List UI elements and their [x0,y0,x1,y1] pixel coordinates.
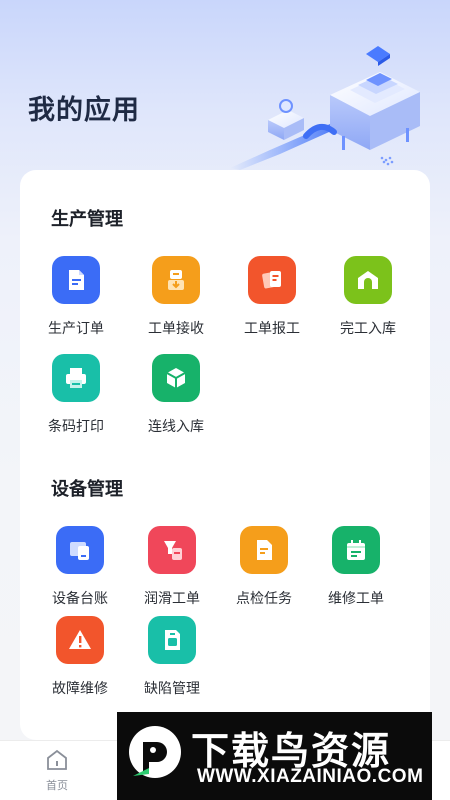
app-label: 生产订单 [48,321,104,337]
app-equipment-ledger[interactable]: 设备台账 [32,526,128,616]
app-work-order-report[interactable]: 工单报工 [224,256,320,346]
calendar-repair-icon [332,526,380,574]
receive-box-icon [152,256,200,304]
home-icon [47,749,67,770]
app-label: 工单接收 [148,321,204,337]
warning-icon [56,616,104,664]
app-defect-management[interactable]: 缺陷管理 [124,616,220,706]
apps-card: 生产管理 生产订单 工单接收 工单报工 完工入库 条码打印 连线入库 设备管理 … [20,170,430,740]
app-barcode-print[interactable]: 条码打印 [28,354,124,444]
app-work-order-receive[interactable]: 工单接收 [128,256,224,346]
app-label: 设备台账 [52,591,108,607]
tab-label: 首页 [46,779,68,792]
watermark-banner: 下载鸟资源 WWW.XIAZAINIAO.COM [117,712,432,800]
app-label: 缺陷管理 [144,681,200,697]
inspection-doc-icon [240,526,288,574]
app-label: 完工入库 [340,321,396,337]
watermark-url: WWW.XIAZAINIAO.COM [197,766,424,787]
report-cards-icon [248,256,296,304]
app-label: 工单报工 [244,321,300,337]
section-title: 生产管理 [51,209,123,230]
app-label: 维修工单 [328,591,384,607]
sim-card-icon [148,616,196,664]
app-lubrication-order[interactable]: 润滑工单 [124,526,220,616]
page-title: 我的应用 [28,95,140,126]
device-ledger-icon [56,526,104,574]
app-repair-order[interactable]: 维修工单 [308,526,404,616]
app-label: 润滑工单 [144,591,200,607]
section-title: 设备管理 [51,479,123,500]
app-inspection-task[interactable]: 点检任务 [216,526,312,616]
app-completion-warehouse[interactable]: 完工入库 [320,256,416,346]
isometric-platform-illustration [230,46,420,170]
app-label: 故障维修 [52,681,108,697]
cube-icon [152,354,200,402]
document-icon [52,256,100,304]
app-label: 连线入库 [148,419,204,435]
printer-icon [52,354,100,402]
tab-home[interactable]: 首页 [22,747,92,797]
app-line-warehouse[interactable]: 连线入库 [128,354,224,444]
app-label: 条码打印 [48,419,104,435]
lubrication-icon [148,526,196,574]
bird-logo-icon [129,726,181,778]
warehouse-icon [344,256,392,304]
app-label: 点检任务 [236,591,292,607]
app-production-order[interactable]: 生产订单 [28,256,124,346]
app-fault-repair[interactable]: 故障维修 [32,616,128,706]
